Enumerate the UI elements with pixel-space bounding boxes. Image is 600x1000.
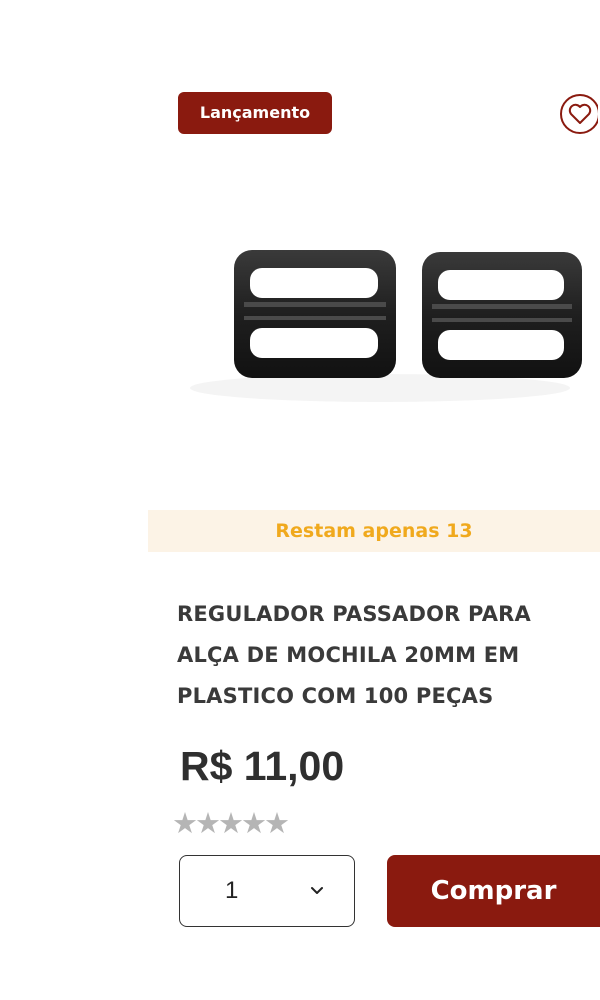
quantity-select[interactable]: 1 — [179, 855, 355, 927]
quantity-value: 1 — [225, 877, 239, 904]
product-price: R$ 11,00 — [180, 743, 345, 789]
product-image[interactable] — [148, 150, 600, 510]
product-title-line: PLASTICO COM 100 PEÇAS — [177, 684, 494, 708]
product-title[interactable]: REGULADOR PASSADOR PARA ALÇA DE MOCHILA … — [177, 594, 597, 717]
product-title-line: REGULADOR PASSADOR PARA — [177, 602, 531, 626]
buckle-right — [422, 252, 582, 378]
product-title-line: ALÇA DE MOCHILA 20MM EM — [177, 643, 520, 667]
rating-stars: ★★★★★ — [172, 806, 290, 840]
buy-button[interactable]: Comprar — [387, 855, 600, 927]
stock-notice: Restam apenas 13 — [148, 510, 600, 552]
chevron-down-icon — [311, 887, 323, 894]
wishlist-heart-icon[interactable] — [558, 92, 598, 136]
product-card: Lançamento Restam apenas 13 REGULADOR PA… — [0, 0, 600, 1000]
launch-badge: Lançamento — [178, 92, 332, 134]
buckle-left — [234, 250, 396, 378]
